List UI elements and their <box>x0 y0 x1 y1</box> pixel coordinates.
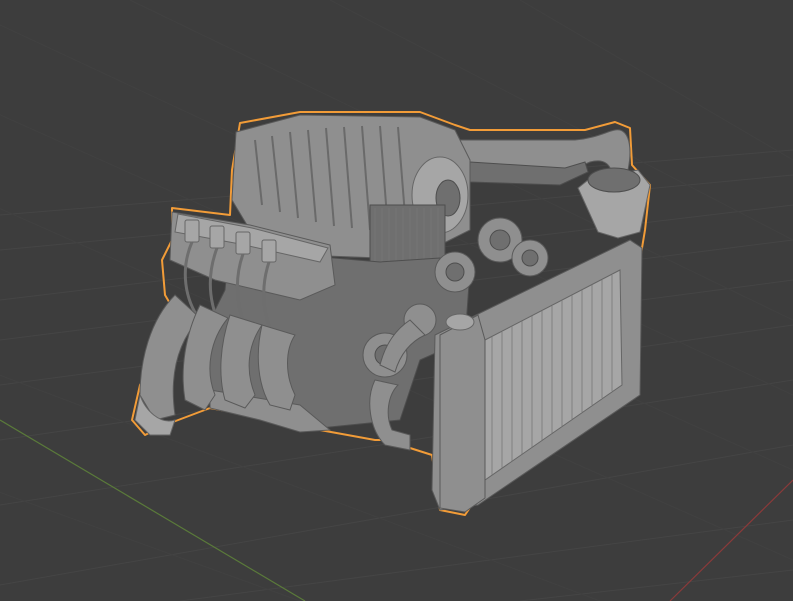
3d-viewport[interactable] <box>0 0 793 601</box>
air-filter-cap <box>587 167 641 193</box>
y-axis-line <box>0 419 306 601</box>
x-axis-line <box>669 479 793 601</box>
intake-grille <box>369 204 446 266</box>
radiator-cap <box>445 313 475 331</box>
radiator-side-tank <box>439 314 486 513</box>
